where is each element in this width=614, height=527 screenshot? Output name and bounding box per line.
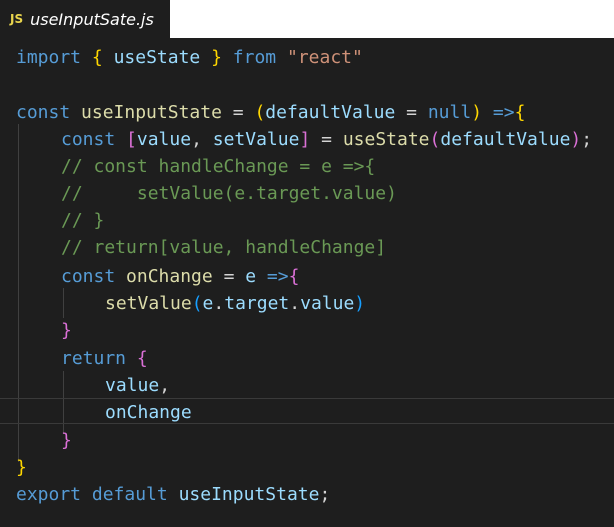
code-line-5: // const handleChange = e =>{: [61, 156, 376, 177]
current-line-highlight: [0, 398, 614, 424]
code-line-10: setValue(e.target.value): [105, 293, 366, 314]
tab-bar: JS useInputSate.js: [0, 0, 614, 40]
code-line-6: // setValue(e.target.value): [61, 183, 397, 204]
code-editor[interactable]: import { useState } from "react" const u…: [0, 38, 614, 527]
code-line-7: // }: [61, 210, 105, 231]
code-line-9: const onChange = e =>{: [61, 266, 300, 287]
code-line-16: }: [16, 457, 27, 478]
code-line-13: value,: [105, 375, 171, 396]
code-line-17: export default useInputState;: [16, 484, 331, 505]
code-line-3: const useInputState = (defaultValue = nu…: [16, 102, 526, 123]
file-tab-label: useInputSate.js: [30, 9, 154, 29]
code-line-4: const [value, setValue] = useState(defau…: [61, 129, 593, 150]
code-line-15: }: [61, 430, 72, 451]
code-line-8: // return[value, handleChange]: [61, 237, 387, 258]
code-line-14: onChange: [105, 402, 192, 423]
code-line-11: }: [61, 320, 72, 341]
code-line-12: return {: [61, 348, 148, 369]
code-line-1: import { useState } from "react": [16, 47, 363, 68]
file-tab[interactable]: JS useInputSate.js: [0, 0, 170, 38]
javascript-file-icon: JS: [10, 12, 24, 26]
indent-guide: [63, 288, 64, 318]
